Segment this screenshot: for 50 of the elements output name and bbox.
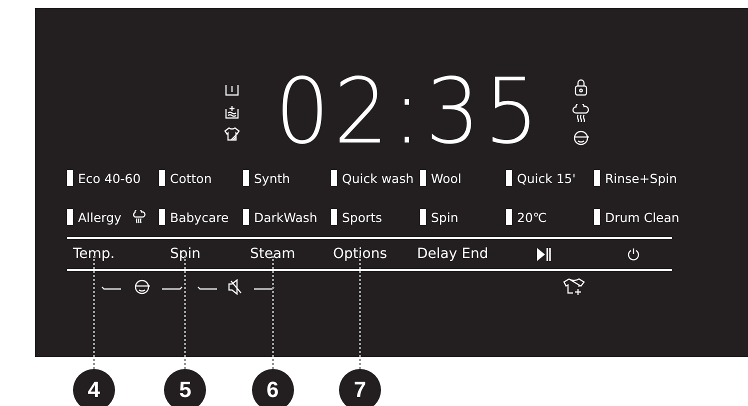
- indicator-light: [420, 170, 426, 186]
- program-label[interactable]: Allergy: [78, 210, 122, 224]
- indicator-light: [420, 209, 426, 225]
- indicator-light: [67, 170, 73, 186]
- basin-icon: [225, 83, 239, 97]
- t-shirt-plus-icon: [563, 278, 585, 296]
- program-label[interactable]: Drum Clean: [605, 210, 680, 224]
- panel-button[interactable]: Temp.: [71, 246, 117, 262]
- program-label[interactable]: Eco 40-60: [78, 170, 141, 186]
- program-label[interactable]: DarkWash: [254, 210, 318, 224]
- indicator-light: [506, 170, 512, 186]
- indicator-light: [67, 209, 73, 225]
- play-pause-button[interactable]: [535, 246, 553, 262]
- t-shirt-icon: [224, 127, 240, 141]
- child-lock-icon: [101, 279, 183, 295]
- indicator-light: [159, 170, 165, 186]
- indicator-light: [243, 209, 249, 225]
- indicator-light: [243, 170, 249, 186]
- program-label[interactable]: 20℃: [517, 210, 547, 224]
- callout-number: 4: [72, 369, 115, 406]
- indicator-light: [506, 209, 512, 225]
- steam-cloud-icon: [132, 210, 146, 224]
- callout-number: 5: [164, 369, 206, 406]
- program-label[interactable]: Quick wash: [342, 170, 414, 186]
- indicator-light: [594, 209, 600, 225]
- indicator-light: [331, 170, 337, 186]
- steam-cloud-icon: [572, 104, 590, 122]
- program-label[interactable]: Cotton: [170, 170, 212, 186]
- panel-button[interactable]: Spin: [168, 246, 203, 262]
- child-face-icon: [572, 130, 590, 146]
- time-display: 02:35: [275, 70, 543, 154]
- panel-button[interactable]: Delay End: [415, 246, 490, 262]
- callout-number: 7: [339, 369, 382, 406]
- indicator-light: [331, 209, 337, 225]
- panel-button[interactable]: Steam: [248, 246, 298, 262]
- basin-plus-icon: [225, 105, 239, 119]
- program-label[interactable]: Wool: [431, 170, 462, 186]
- indicator-light: [159, 209, 165, 225]
- program-label[interactable]: Synth: [254, 170, 290, 186]
- power-button[interactable]: [625, 246, 642, 262]
- program-label[interactable]: Babycare: [170, 210, 229, 224]
- program-label[interactable]: Sports: [342, 210, 382, 224]
- program-label[interactable]: Spin: [431, 210, 458, 224]
- indicator-light: [594, 170, 600, 186]
- callout-number: 6: [252, 369, 294, 406]
- program-label[interactable]: Quick 15': [517, 170, 576, 186]
- panel-button[interactable]: Options: [331, 246, 390, 262]
- program-label[interactable]: Rinse+Spin: [605, 170, 678, 186]
- padlock-icon: [574, 78, 588, 96]
- mute-icon: [197, 279, 275, 295]
